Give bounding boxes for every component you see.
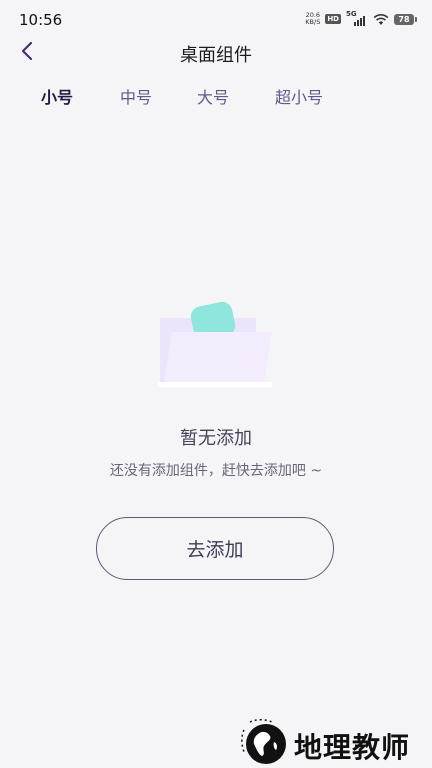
network-speed: 20.6 KB/S <box>305 12 320 26</box>
cellular-signal-icon: 5G <box>346 10 368 26</box>
tab-extra-small[interactable]: 超小号 <box>275 84 323 108</box>
tab-small[interactable]: 小号 <box>41 84 73 108</box>
empty-folder-icon <box>156 296 276 396</box>
watermark: 地理教师 <box>236 716 426 768</box>
status-icons: 20.6 KB/S HD 5G 78 <box>305 10 417 26</box>
header: 桌面组件 <box>0 32 432 72</box>
wifi-icon <box>373 13 389 25</box>
add-widget-button[interactable]: 去添加 <box>96 517 334 580</box>
empty-state-title: 暂无添加 <box>180 428 252 449</box>
battery-level: 78 <box>398 14 410 24</box>
empty-state-description: 还没有添加组件，赶快去添加吧 ~ <box>109 463 323 479</box>
tab-large[interactable]: 大号 <box>197 84 229 108</box>
globe-logo-icon <box>241 719 286 764</box>
tab-medium[interactable]: 中号 <box>120 84 152 108</box>
status-time: 10:56 <box>19 11 63 29</box>
battery-icon: 78 <box>394 13 417 25</box>
hd-badge: HD <box>325 14 341 24</box>
size-tabs: 小号 中号 大号 超小号 <box>0 84 432 112</box>
page-title: 桌面组件 <box>180 45 252 66</box>
watermark-text: 地理教师 <box>294 731 411 764</box>
network-speed-unit: KB/S <box>305 18 321 26</box>
